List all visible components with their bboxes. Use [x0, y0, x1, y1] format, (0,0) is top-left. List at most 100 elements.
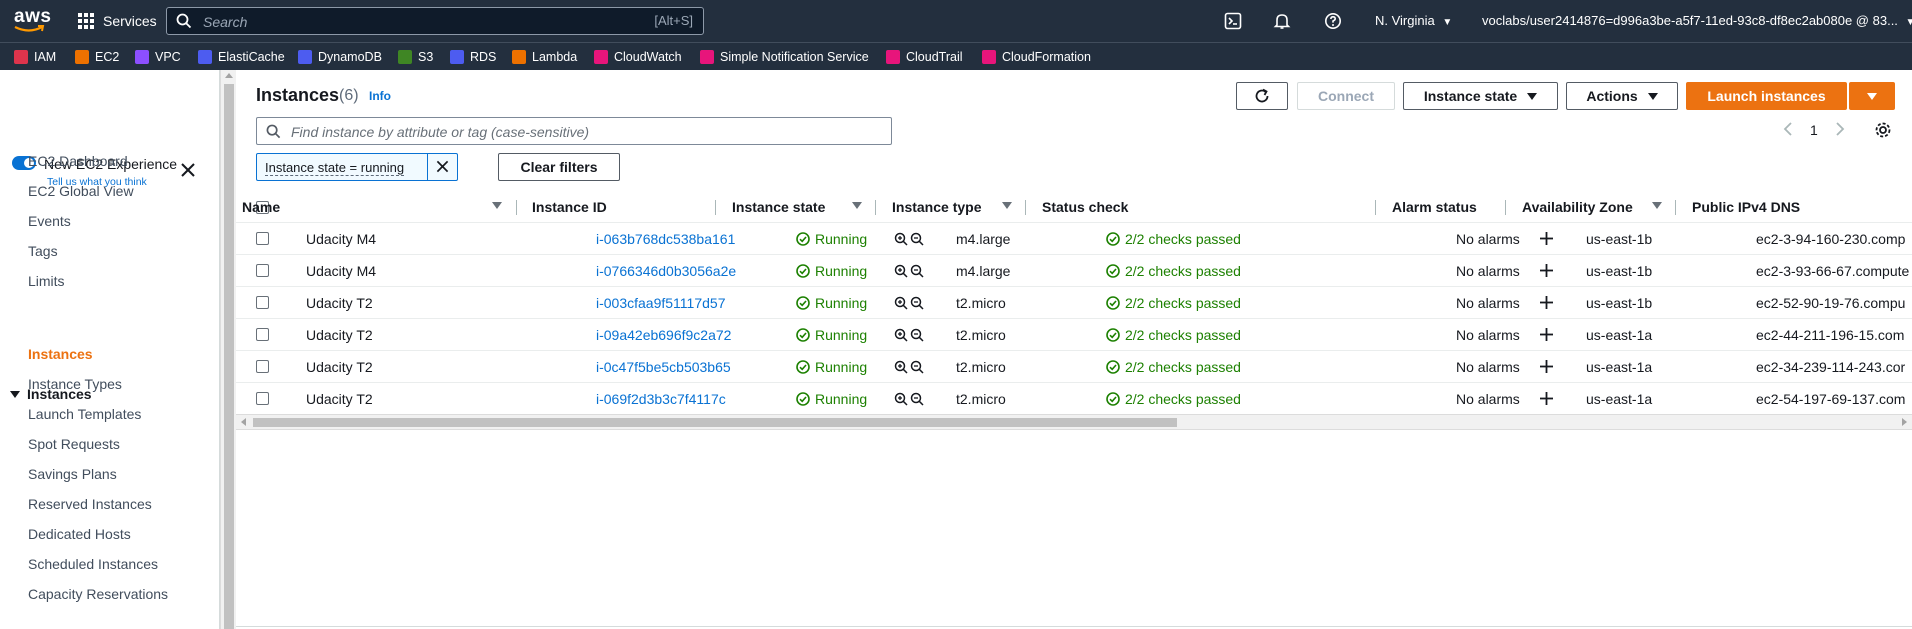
sidebar-item-scheduled-instances[interactable]: Scheduled Instances: [28, 556, 158, 572]
row-checkbox[interactable]: [256, 264, 269, 277]
favorite-lambda[interactable]: Lambda: [512, 48, 577, 66]
instance-id-link[interactable]: i-069f2d3b3c7f4117c: [596, 391, 726, 407]
sidebar-item-savings-plans[interactable]: Savings Plans: [28, 466, 117, 482]
favorite-dynamodb[interactable]: DynamoDB: [298, 48, 382, 66]
add-alarm-icon[interactable]: [1539, 391, 1554, 406]
instance-id-link[interactable]: i-0766346d0b3056a2e: [596, 263, 736, 279]
zoom-out-icon[interactable]: [910, 296, 924, 310]
instance-id-link[interactable]: i-003cfaa9f51117d57: [596, 295, 725, 311]
filter-input[interactable]: [289, 123, 873, 141]
sidebar-item-ec2-global-view[interactable]: EC2 Global View: [28, 183, 134, 199]
scrollbar-thumb[interactable]: [253, 418, 1177, 427]
clear-filters-button[interactable]: Clear filters: [498, 153, 620, 181]
region-selector[interactable]: N. Virginia ▼: [1375, 13, 1452, 28]
zoom-in-icon[interactable]: [894, 328, 908, 342]
favorite-cloudwatch[interactable]: CloudWatch: [594, 48, 682, 66]
actions-button[interactable]: Actions: [1566, 82, 1678, 110]
sidebar-item-reserved-instances[interactable]: Reserved Instances: [28, 496, 152, 512]
zoom-in-icon[interactable]: [894, 360, 908, 374]
notifications-bell-icon[interactable]: [1273, 12, 1291, 30]
column-divider[interactable]: [715, 200, 716, 215]
favorite-cloudtrail[interactable]: CloudTrail: [886, 48, 963, 66]
aws-logo[interactable]: aws: [14, 6, 51, 36]
favorite-ec2[interactable]: EC2: [75, 48, 119, 66]
sort-icon[interactable]: [1002, 202, 1012, 209]
add-alarm-icon[interactable]: [1539, 327, 1554, 342]
services-menu-button[interactable]: Services: [78, 10, 157, 32]
sidebar-item-instance-types[interactable]: Instance Types: [28, 376, 122, 392]
instance-id-link[interactable]: i-09a42eb696f9c2a72: [596, 327, 731, 343]
scrollbar-thumb[interactable]: [224, 84, 234, 629]
column-divider[interactable]: [1375, 200, 1376, 215]
column-header-instance-type[interactable]: Instance type: [892, 192, 981, 222]
scroll-up-arrow-icon[interactable]: [225, 73, 233, 78]
chevron-right-icon[interactable]: [1834, 121, 1846, 137]
sort-icon[interactable]: [852, 202, 862, 209]
zoom-in-icon[interactable]: [894, 264, 908, 278]
table-row[interactable]: Udacity T2 i-003cfaa9f51117d57 t2.micro No …: [236, 286, 1912, 318]
table-row[interactable]: Udacity T2 i-09a42eb696f9c2a72 t2.micro No …: [236, 318, 1912, 350]
connect-button[interactable]: Connect: [1297, 82, 1395, 110]
favorite-vpc[interactable]: VPC: [135, 48, 181, 66]
column-header-public-ipv4-dns[interactable]: Public IPv4 DNS: [1692, 192, 1800, 222]
row-checkbox[interactable]: [256, 360, 269, 373]
column-divider[interactable]: [516, 200, 517, 215]
sidebar-item-dedicated-hosts[interactable]: Dedicated Hosts: [28, 526, 131, 542]
add-alarm-icon[interactable]: [1539, 231, 1554, 246]
favorite-elasticache[interactable]: ElastiCache: [198, 48, 285, 66]
sidebar-item-launch-templates[interactable]: Launch Templates: [28, 406, 141, 422]
column-header-name[interactable]: Name: [242, 192, 280, 222]
table-horizontal-scrollbar[interactable]: [236, 414, 1912, 430]
info-link[interactable]: Info: [369, 89, 391, 103]
favorite-simple-notification-service[interactable]: Simple Notification Service: [700, 48, 869, 66]
sort-icon[interactable]: [492, 202, 502, 209]
column-divider[interactable]: [1505, 200, 1506, 215]
instance-id-link[interactable]: i-0c47f5be5cb503b65: [596, 359, 731, 375]
favorite-s3[interactable]: S3: [398, 48, 433, 66]
zoom-in-icon[interactable]: [894, 296, 908, 310]
table-row[interactable]: Udacity T2 i-069f2d3b3c7f4117c t2.micro No …: [236, 382, 1912, 414]
row-checkbox[interactable]: [256, 328, 269, 341]
instance-filter[interactable]: [256, 117, 892, 145]
zoom-out-icon[interactable]: [910, 264, 924, 278]
zoom-in-icon[interactable]: [894, 392, 908, 406]
scroll-left-arrow-icon[interactable]: [241, 418, 246, 426]
launch-instances-dropdown[interactable]: [1849, 82, 1895, 110]
row-checkbox[interactable]: [256, 296, 269, 309]
zoom-out-icon[interactable]: [910, 328, 924, 342]
sidebar-item-instances[interactable]: Instances: [28, 346, 93, 362]
zoom-out-icon[interactable]: [910, 392, 924, 406]
column-header-instance-id[interactable]: Instance ID: [532, 192, 607, 222]
sort-icon[interactable]: [1652, 202, 1662, 209]
table-row[interactable]: Udacity M4 i-063b768dc538ba161 m4.large No …: [236, 222, 1912, 254]
global-search[interactable]: [Alt+S]: [166, 7, 704, 35]
column-header-availability-zone[interactable]: Availability Zone: [1522, 192, 1633, 222]
add-alarm-icon[interactable]: [1539, 359, 1554, 374]
refresh-button[interactable]: [1236, 82, 1288, 110]
column-divider[interactable]: [1675, 200, 1676, 215]
instance-state-button[interactable]: Instance state: [1403, 82, 1558, 110]
column-header-alarm-status[interactable]: Alarm status: [1392, 192, 1477, 222]
page-number[interactable]: 1: [1810, 122, 1818, 138]
chevron-left-icon[interactable]: [1782, 121, 1794, 137]
close-icon[interactable]: [180, 162, 196, 178]
column-header-instance-state[interactable]: Instance state: [732, 192, 825, 222]
sidebar-item-limits[interactable]: Limits: [28, 273, 65, 289]
instance-id-link[interactable]: i-063b768dc538ba161: [596, 231, 735, 247]
scroll-right-arrow-icon[interactable]: [1902, 418, 1907, 426]
add-alarm-icon[interactable]: [1539, 263, 1554, 278]
sidebar-item-ec2-dashboard[interactable]: EC2 Dashboard: [28, 153, 128, 169]
column-header-status-check[interactable]: Status check: [1042, 192, 1128, 222]
favorite-cloudformation[interactable]: CloudFormation: [982, 48, 1091, 66]
zoom-in-icon[interactable]: [894, 232, 908, 246]
sidebar-item-spot-requests[interactable]: Spot Requests: [28, 436, 120, 452]
remove-filter-button[interactable]: [427, 154, 457, 180]
account-menu[interactable]: voclabs/user2414876=d996a3be-a5f7-11ed-9…: [1482, 13, 1912, 28]
sidebar-item-events[interactable]: Events: [28, 213, 71, 229]
add-alarm-icon[interactable]: [1539, 295, 1554, 310]
search-input[interactable]: [201, 12, 605, 32]
sidebar-item-tags[interactable]: Tags: [28, 243, 58, 259]
gear-icon[interactable]: [1874, 121, 1892, 139]
favorite-iam[interactable]: IAM: [14, 48, 56, 66]
column-divider[interactable]: [875, 200, 876, 215]
